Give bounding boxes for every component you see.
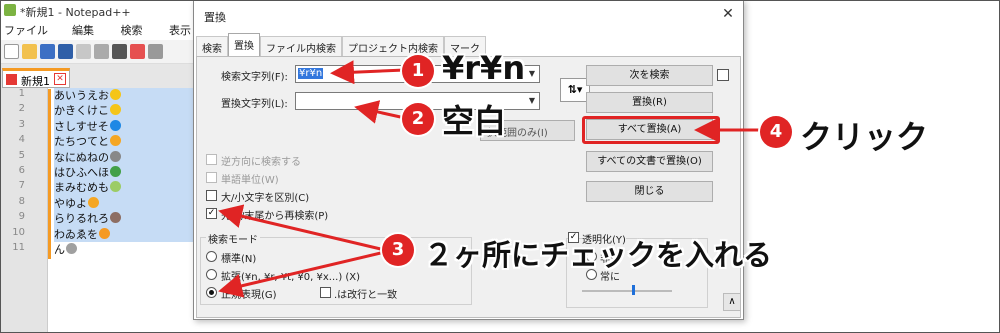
image-border (0, 0, 1000, 333)
